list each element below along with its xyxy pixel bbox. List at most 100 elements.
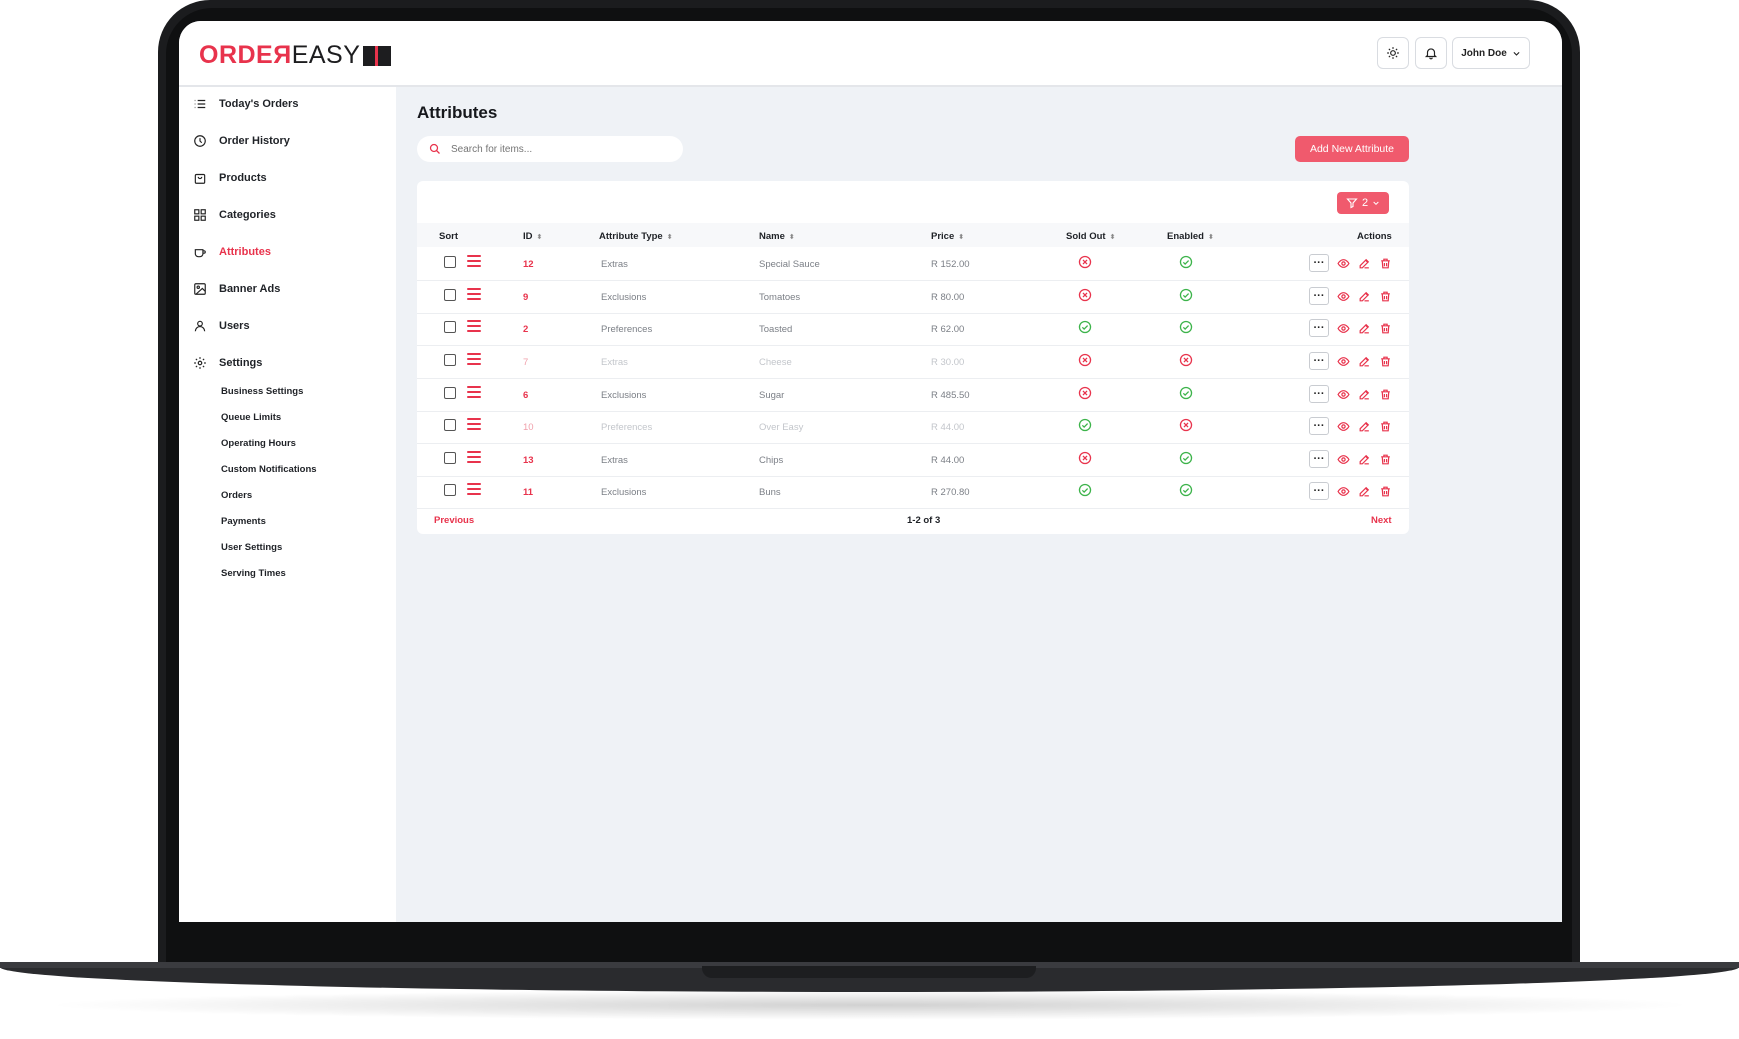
sidebar-item-attributes[interactable]: Attributes [193, 242, 271, 262]
more-options-button[interactable]: ··· [1309, 254, 1329, 272]
settings-sub-serving-times[interactable]: Serving Times [221, 568, 286, 579]
settings-sub-user-settings[interactable]: User Settings [221, 542, 282, 553]
attributes-table-card: 2 Sort ID ⬍ Attribute Type ⬍ Name ⬍ Price ⬍ … [417, 181, 1409, 534]
sidebar-item-settings[interactable]: Settings [193, 353, 262, 373]
logo-easy-text: EASY [291, 41, 361, 69]
sidebar-item-products[interactable]: Products [193, 168, 267, 188]
sidebar-item-todays-orders[interactable]: Today's Orders [193, 94, 298, 114]
cell-price: R 270.80 [931, 487, 970, 498]
row-checkbox[interactable] [444, 484, 456, 496]
edit-icon[interactable] [1358, 290, 1371, 303]
drag-handle-icon[interactable] [467, 483, 481, 496]
sidebar-item-users[interactable]: Users [193, 316, 250, 336]
add-new-attribute-button[interactable]: Add New Attribute [1295, 136, 1409, 162]
row-checkbox[interactable] [444, 452, 456, 464]
row-checkbox[interactable] [444, 354, 456, 366]
notifications-button[interactable] [1415, 37, 1447, 69]
sidebar-item-order-history[interactable]: Order History [193, 131, 290, 151]
sidebar-item-banner-ads[interactable]: Banner Ads [193, 279, 280, 299]
settings-sub-custom-notifications[interactable]: Custom Notifications [221, 464, 317, 475]
settings-sub-payments[interactable]: Payments [221, 516, 266, 527]
edit-icon[interactable] [1358, 388, 1371, 401]
row-checkbox[interactable] [444, 321, 456, 333]
list-icon [194, 99, 206, 109]
row-checkbox[interactable] [444, 419, 456, 431]
cell-name: Special Sauce [759, 259, 820, 270]
drag-handle-icon[interactable] [467, 320, 481, 333]
drag-handle-icon[interactable] [467, 418, 481, 431]
sort-arrows-icon: ⬍ [1207, 233, 1214, 241]
previous-page-button[interactable]: Previous [434, 515, 474, 526]
logo[interactable]: ORDEЯ EASY [199, 41, 392, 70]
row-actions: ··· [1309, 287, 1392, 305]
check-circle-icon [1179, 483, 1193, 497]
more-options-button[interactable]: ··· [1309, 287, 1329, 305]
drag-handle-icon[interactable] [467, 255, 481, 268]
row-checkbox[interactable] [444, 387, 456, 399]
eye-icon[interactable] [1337, 355, 1350, 368]
table-header: Sort ID ⬍ Attribute Type ⬍ Name ⬍ Price ⬍ So… [417, 223, 1409, 247]
search-bar[interactable] [417, 136, 683, 162]
trash-icon[interactable] [1379, 355, 1392, 368]
eye-icon[interactable] [1337, 322, 1350, 335]
drag-handle-icon[interactable] [467, 288, 481, 301]
drag-handle-icon[interactable] [467, 386, 481, 399]
trash-icon[interactable] [1379, 290, 1392, 303]
column-enabled[interactable]: Enabled ⬍ [1167, 231, 1214, 242]
column-id[interactable]: ID ⬍ [523, 231, 542, 242]
more-options-button[interactable]: ··· [1309, 482, 1329, 500]
more-options-button[interactable]: ··· [1309, 450, 1329, 468]
theme-toggle-button[interactable] [1377, 37, 1409, 69]
edit-icon[interactable] [1358, 257, 1371, 270]
edit-icon[interactable] [1358, 420, 1371, 433]
eye-icon[interactable] [1337, 453, 1350, 466]
edit-icon[interactable] [1358, 355, 1371, 368]
eye-icon[interactable] [1337, 420, 1350, 433]
cell-attribute-type: Preferences [601, 324, 653, 335]
settings-sub-orders[interactable]: Orders [221, 490, 252, 501]
search-input[interactable] [449, 142, 653, 156]
row-actions: ··· [1309, 352, 1392, 370]
trash-icon[interactable] [1379, 257, 1392, 270]
cell-id: 9 [523, 292, 529, 303]
eye-icon[interactable] [1337, 290, 1350, 303]
settings-sub-operating-hours[interactable]: Operating Hours [221, 438, 296, 449]
eye-icon[interactable] [1337, 388, 1350, 401]
eye-icon[interactable] [1337, 257, 1350, 270]
cell-id: 13 [523, 455, 534, 466]
next-page-button[interactable]: Next [1371, 515, 1392, 526]
laptop-shadow [40, 990, 1700, 1020]
column-price[interactable]: Price ⬍ [931, 231, 964, 242]
trash-icon[interactable] [1379, 322, 1392, 335]
column-attribute-type[interactable]: Attribute Type ⬍ [599, 231, 673, 242]
more-options-button[interactable]: ··· [1309, 385, 1329, 403]
user-menu-button[interactable]: John Doe [1452, 37, 1530, 69]
edit-icon[interactable] [1358, 322, 1371, 335]
settings-sub-queue-limits[interactable]: Queue Limits [221, 412, 281, 423]
edit-icon[interactable] [1358, 485, 1371, 498]
settings-sub-business-settings[interactable]: Business Settings [221, 386, 303, 397]
trash-icon[interactable] [1379, 453, 1392, 466]
app-screen: ORDEЯ EASY John Doe Today's Orders Order … [179, 21, 1562, 922]
more-options-button[interactable]: ··· [1309, 319, 1329, 337]
row-checkbox[interactable] [444, 289, 456, 301]
edit-icon[interactable] [1358, 453, 1371, 466]
row-checkbox[interactable] [444, 256, 456, 268]
x-circle-icon [1078, 288, 1092, 302]
more-options-button[interactable]: ··· [1309, 352, 1329, 370]
drag-handle-icon[interactable] [467, 353, 481, 366]
logo-mark-icon [363, 45, 392, 66]
column-name[interactable]: Name ⬍ [759, 231, 795, 242]
sidebar-item-categories[interactable]: Categories [193, 205, 276, 225]
trash-icon[interactable] [1379, 420, 1392, 433]
cell-attribute-type: Extras [601, 357, 628, 368]
column-sold-out[interactable]: Sold Out ⬍ [1066, 231, 1115, 242]
trash-icon[interactable] [1379, 485, 1392, 498]
more-options-button[interactable]: ··· [1309, 417, 1329, 435]
eye-icon[interactable] [1337, 485, 1350, 498]
check-circle-icon [1179, 451, 1193, 465]
drag-handle-icon[interactable] [467, 451, 481, 464]
filter-button[interactable]: 2 [1337, 192, 1389, 214]
grid-icon [194, 209, 206, 221]
trash-icon[interactable] [1379, 388, 1392, 401]
